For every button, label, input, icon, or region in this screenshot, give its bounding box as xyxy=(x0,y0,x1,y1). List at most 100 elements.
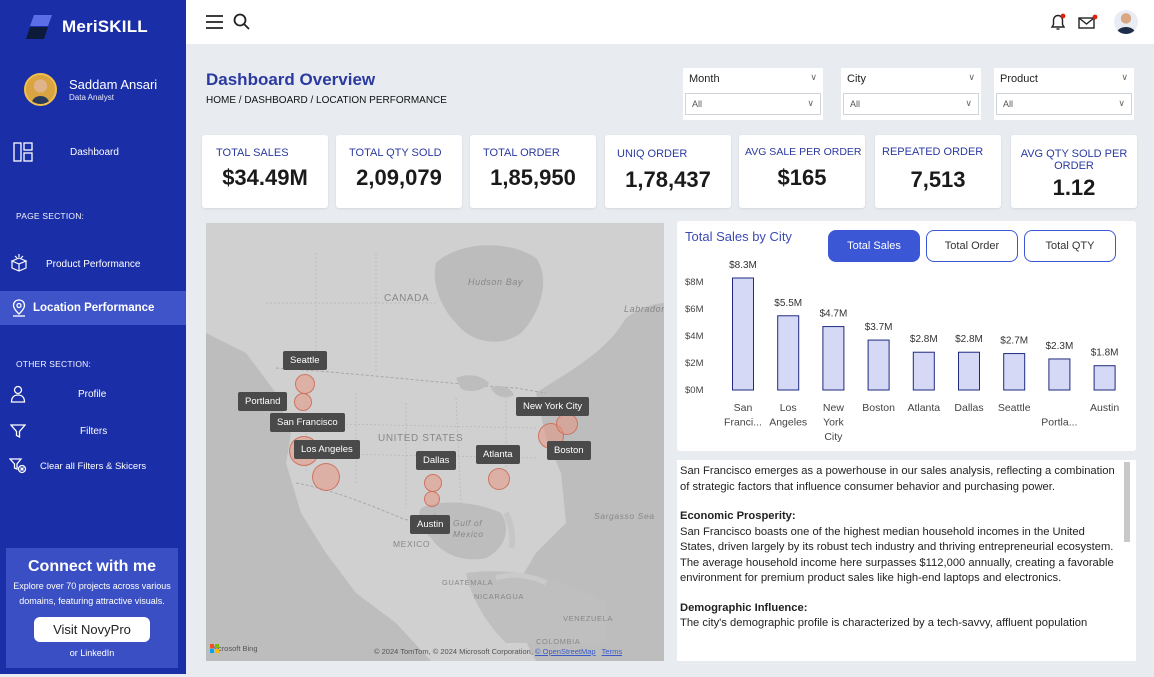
sidebar-item-profile[interactable]: Profile xyxy=(0,383,186,405)
kpi-total-qty-sold: TOTAL QTY SOLD 2,09,079 xyxy=(336,135,462,208)
sidebar-item-clear-filters[interactable]: Clear all Filters & Skicers xyxy=(0,455,186,477)
connect-panel: Connect with me Explore over 70 projects… xyxy=(6,548,178,668)
kpi-value: $165 xyxy=(777,165,827,190)
map-city-label[interactable]: Boston xyxy=(547,441,591,460)
terms-link[interactable]: Terms xyxy=(602,647,622,656)
filter-value: All xyxy=(850,99,861,109)
y-tick-label: $2M xyxy=(685,358,704,369)
map-city-label[interactable]: Los Angeles xyxy=(294,440,360,459)
map-bubble-atlanta[interactable] xyxy=(488,468,510,490)
connect-description: Explore over 70 projects across various … xyxy=(13,581,171,606)
sidebar-item-location-performance[interactable]: Location Performance xyxy=(0,291,186,325)
data-label: $3.7M xyxy=(865,322,893,333)
chart-bar[interactable] xyxy=(1048,358,1071,391)
linkedin-link[interactable]: or LinkedIn xyxy=(6,648,178,658)
map-bubble-portland[interactable] xyxy=(294,393,312,411)
map-bubble-austin[interactable] xyxy=(424,491,440,507)
chart-bar[interactable] xyxy=(1093,365,1116,391)
microsoft-bing-logo: Microsoft Bing xyxy=(210,644,258,653)
map-label-hudson-bay: Hudson Bay xyxy=(468,277,524,287)
analysis-scrollbar[interactable] xyxy=(1122,462,1130,658)
kpi-label: TOTAL QTY SOLD xyxy=(349,147,442,159)
data-label: $5.5M xyxy=(774,298,802,309)
x-tick-label: Austin xyxy=(1090,402,1119,414)
product-select[interactable]: All ∨ xyxy=(996,93,1132,115)
map-label-mexico: MEXICO xyxy=(393,539,431,549)
kpi-avg-sale-per-order: AVG SALE PER ORDER $165 xyxy=(739,135,865,208)
map-label-united-states: UNITED STATES xyxy=(378,433,464,444)
analysis-paragraph: The city's demographic profile is charac… xyxy=(680,617,1088,629)
search-icon[interactable] xyxy=(232,12,252,32)
scrollbar-thumb[interactable] xyxy=(1124,462,1130,542)
user-profile[interactable]: Saddam Ansari Data Analyst xyxy=(24,73,157,106)
kpi-value: 1,78,437 xyxy=(625,167,711,192)
map-city-label[interactable]: Austin xyxy=(410,515,451,534)
chart-bar[interactable] xyxy=(732,277,754,391)
month-select[interactable]: All ∨ xyxy=(685,93,821,115)
chart-bar[interactable] xyxy=(867,339,890,391)
map-city-label[interactable]: Seattle xyxy=(283,351,327,370)
map-bubble-seattle[interactable] xyxy=(295,374,315,394)
x-tick-label: New York City xyxy=(823,402,845,443)
sales-location-map[interactable]: CANADA Hudson Bay Labrador UNITED STATES… xyxy=(206,223,664,661)
brand-logo-icon xyxy=(26,14,54,40)
visit-novypro-button[interactable]: Visit NovyPro xyxy=(34,617,150,642)
kpi-value: 7,513 xyxy=(910,167,966,192)
x-tick-label: Seattle xyxy=(998,402,1031,414)
map-city-label[interactable]: Portland xyxy=(238,392,288,411)
chevron-down-icon: ∨ xyxy=(810,72,817,82)
kpi-value: $34.49M xyxy=(222,165,308,190)
filter-label: Product xyxy=(1000,73,1038,85)
sidebar-item-label: Product Performance xyxy=(46,258,141,270)
sidebar-item-filters[interactable]: Filters xyxy=(0,420,186,442)
user-avatar[interactable] xyxy=(1114,10,1138,34)
kpi-repeated-order: REPEATED ORDER 7,513 xyxy=(875,135,1001,208)
brand[interactable]: MeriSKILL xyxy=(26,14,148,40)
analysis-heading: Economic Prosperity: xyxy=(680,510,796,522)
city-select[interactable]: All ∨ xyxy=(843,93,979,115)
kpi-label: AVG SALE PER ORDER xyxy=(745,146,862,158)
chevron-down-icon: ∨ xyxy=(965,98,972,108)
map-city-label[interactable]: San Francisco xyxy=(270,413,345,432)
notification-bell-icon[interactable] xyxy=(1048,12,1068,32)
filter-city[interactable]: City ∨ All ∨ xyxy=(841,68,981,120)
map-bubble-los-angeles[interactable] xyxy=(312,463,340,491)
chart-bar[interactable] xyxy=(822,326,845,391)
chart-bar[interactable] xyxy=(912,351,935,391)
kpi-label: AVG QTY SOLD PER ORDER xyxy=(1020,148,1128,172)
openstreetmap-link[interactable]: © OpenStreetMap xyxy=(535,647,596,656)
filter-value: All xyxy=(1003,99,1014,109)
sidebar-item-dashboard[interactable]: Dashboard xyxy=(0,140,186,164)
filter-product[interactable]: Product ∨ All ∨ xyxy=(994,68,1134,120)
sidebar-item-label: Dashboard xyxy=(70,146,119,158)
sales-bar-chart[interactable]: $8M $6M $4M $2M $0M $8.3M San Franci... $5.5M Los… xyxy=(677,221,1136,451)
filter-value: All xyxy=(692,99,703,109)
chart-bar[interactable] xyxy=(777,315,800,391)
user-role: Data Analyst xyxy=(69,93,114,102)
sidebar-item-product-performance[interactable]: Product Performance xyxy=(0,252,186,276)
y-tick-label: $4M xyxy=(685,331,704,342)
mail-icon[interactable] xyxy=(1077,12,1098,32)
map-bubble-dallas[interactable] xyxy=(424,474,442,492)
y-tick-label: $0M xyxy=(685,385,704,396)
filter-icon xyxy=(8,421,28,441)
sidebar-item-label: Profile xyxy=(78,388,107,400)
filter-month[interactable]: Month ∨ All ∨ xyxy=(683,68,823,120)
hamburger-menu-icon[interactable] xyxy=(205,12,225,32)
chart-bar[interactable] xyxy=(958,351,980,391)
microsoft-logo-icon xyxy=(210,644,219,653)
map-city-label[interactable]: Atlanta xyxy=(476,445,520,464)
sidebar-item-label: Filters xyxy=(80,425,108,437)
map-label-gulf-of-mexico: Gulf of Mexico xyxy=(453,518,484,539)
filter-label: City xyxy=(847,73,866,85)
map-city-label[interactable]: Dallas xyxy=(416,451,457,470)
breadcrumb[interactable]: HOME / DASHBOARD / LOCATION PERFORMANCE xyxy=(206,95,447,106)
data-label: $2.8M xyxy=(955,334,983,345)
chart-bar[interactable] xyxy=(1003,353,1026,391)
user-name: Saddam Ansari xyxy=(69,77,158,92)
map-label-labrador: Labrador xyxy=(624,304,664,314)
map-bubble-boston[interactable] xyxy=(556,413,578,435)
city-analysis-panel[interactable]: San Francisco emerges as a powerhouse in… xyxy=(677,460,1136,661)
avatar xyxy=(24,73,57,106)
map-city-label[interactable]: New York City xyxy=(516,397,590,416)
